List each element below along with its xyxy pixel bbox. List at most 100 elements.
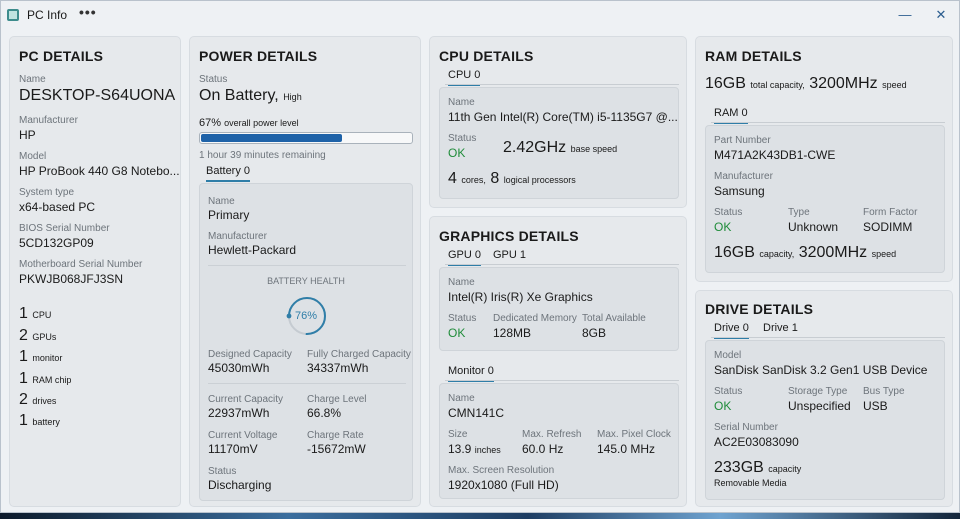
pc-manufacturer: HP [19,128,36,142]
ram-type-label: Type [788,207,810,218]
gpu-status: OK [448,326,466,340]
drive-status-label: Status [714,386,743,397]
count-cpu: 1 CPU [19,305,52,322]
battery-manufacturer-label: Manufacturer [208,231,267,242]
drive-capacity: 233GB capacity [714,459,802,476]
monitor-subpanel: Name CMN141C Size 13.9 inches Max. Refre… [439,383,679,499]
battery-subpanel: Name Primary Manufacturer Hewlett-Packar… [199,183,413,501]
drive-model: SanDisk SanDisk 3.2 Gen1 USB Device [714,363,928,377]
pc-model: HP ProBook 440 G8 Notebo... [19,164,180,178]
pc-details-title: PC DETAILS [19,48,104,64]
desktop-wallpaper-strip [0,513,960,519]
ram-details-title: RAM DETAILS [705,48,802,64]
monitor-clock: 145.0 MHz [597,442,656,456]
pc-details-panel: PC DETAILS Name DESKTOP-S64UONA Manufact… [9,36,181,507]
power-level-progress [199,132,413,144]
ram-part: M471A2K43DB1-CWE [714,148,836,162]
charge-rate-label: Charge Rate [307,430,364,441]
app-icon [7,9,19,21]
monitor-refresh: 60.0 Hz [522,442,564,456]
ram-tab-line [711,122,945,123]
pc-mobo: PKWJB068JFJ3SN [19,272,124,286]
full-capacity-label: Fully Charged Capacity [307,349,411,360]
pc-name: DESKTOP-S64UONA [19,87,176,104]
ram-form: SODIMM [863,220,913,234]
tab-gpu-1[interactable]: GPU 1 [493,249,526,264]
battery-name: Primary [208,208,250,222]
cpu-subpanel: Name 11th Gen Intel(R) Core(TM) i5-1135G… [439,87,679,199]
pc-mobo-label: Motherboard Serial Number [19,259,143,270]
battery-status-label: Status [208,466,237,477]
ram-manufacturer: Samsung [714,184,765,198]
charge-level: 66.8% [307,406,342,420]
gpu-tab-line [445,264,679,265]
more-options-icon[interactable]: ••• [79,4,97,20]
cpu-status-label: Status [448,133,477,144]
cpu-status: OK [448,146,466,160]
gpu-dedicated-label: Dedicated Memory [493,313,577,324]
title-bar[interactable]: PC Info ••• — ✕ [1,1,959,29]
count-drives: 2 drives [19,391,57,408]
monitor-size-label: Size [448,429,468,440]
battery-divider-1 [208,265,406,266]
cpu-speed: 2.42GHz base speed [503,139,618,156]
gpu-dedicated: 128MB [493,326,532,340]
drive-serial-label: Serial Number [714,422,778,433]
gpu-name-label: Name [448,277,475,288]
drive-storage: Unspecified [788,399,851,413]
cpu-name: 11th Gen Intel(R) Core(TM) i5-1135G7 @..… [448,110,678,124]
power-status: On Battery, High [199,87,302,104]
close-button[interactable]: ✕ [931,5,951,25]
gpu-total: 8GB [582,326,607,340]
tab-drive-1[interactable]: Drive 1 [763,322,798,337]
minimize-button[interactable]: — [895,5,915,25]
monitor-tab-line [445,380,679,381]
cpu-tab-line [445,84,679,85]
monitor-resolution: 1920x1080 (Full HD) [448,478,559,492]
battery-health-pct: 76% [294,310,318,322]
battery-status: Discharging [208,478,272,492]
battery-manufacturer: Hewlett-Packard [208,243,297,257]
pc-bios-label: BIOS Serial Number [19,223,110,234]
gpu-status-label: Status [448,313,477,324]
pc-model-label: Model [19,151,47,162]
cpu-name-label: Name [448,97,475,108]
graphics-details-title: GRAPHICS DETAILS [439,228,579,244]
ram-type: Unknown [788,220,839,234]
charge-rate: -15672mW [307,442,366,456]
power-details-panel: POWER DETAILS Status On Battery, High 67… [189,36,421,507]
drive-model-label: Model [714,350,742,361]
power-status-label: Status [199,74,228,85]
drive-status: OK [714,399,732,413]
current-voltage: 11170mV [208,442,258,456]
ram-capacity: 16GB capacity, 3200MHz speed [714,244,897,261]
cpu-cores: 4 cores, 8 logical processors [448,170,576,187]
monitor-refresh-label: Max. Refresh [522,429,582,440]
count-gpus: 2 GPUs [19,327,57,344]
current-voltage-label: Current Voltage [208,430,278,441]
app-title: PC Info [27,8,68,22]
designed-capacity-label: Designed Capacity [208,349,292,360]
ram-manufacturer-label: Manufacturer [714,171,773,182]
drive-details-title: DRIVE DETAILS [705,301,814,317]
ram-form-label: Form Factor [863,207,918,218]
pc-system-type-label: System type [19,187,75,198]
ram-details-panel: RAM DETAILS 16GB total capacity, 3200MHz… [695,36,953,282]
drive-storage-label: Storage Type [788,386,848,397]
pc-bios: 5CD132GP09 [19,236,94,250]
drive-details-panel: DRIVE DETAILS Drive 0 Drive 1 Model SanD… [695,290,953,507]
ram-subpanel: Part Number M471A2K43DB1-CWE Manufacture… [705,125,945,273]
cpu-details-title: CPU DETAILS [439,48,534,64]
count-monitor: 1 monitor [19,348,63,365]
drive-tab-line [711,337,945,338]
monitor-name-label: Name [448,393,475,404]
pc-system-type: x64-based PC [19,200,96,214]
cpu-details-panel: CPU DETAILS CPU 0 Name 11th Gen Intel(R)… [429,36,687,208]
battery-health-label: BATTERY HEALTH [267,276,345,286]
full-capacity: 34337mWh [307,361,369,375]
tab-battery-0[interactable]: Battery 0 [206,165,251,182]
pc-manufacturer-label: Manufacturer [19,115,78,126]
drive-serial: AC2E03083090 [714,435,799,449]
designed-capacity: 45030mWh [208,361,270,375]
current-capacity-label: Current Capacity [208,394,284,405]
